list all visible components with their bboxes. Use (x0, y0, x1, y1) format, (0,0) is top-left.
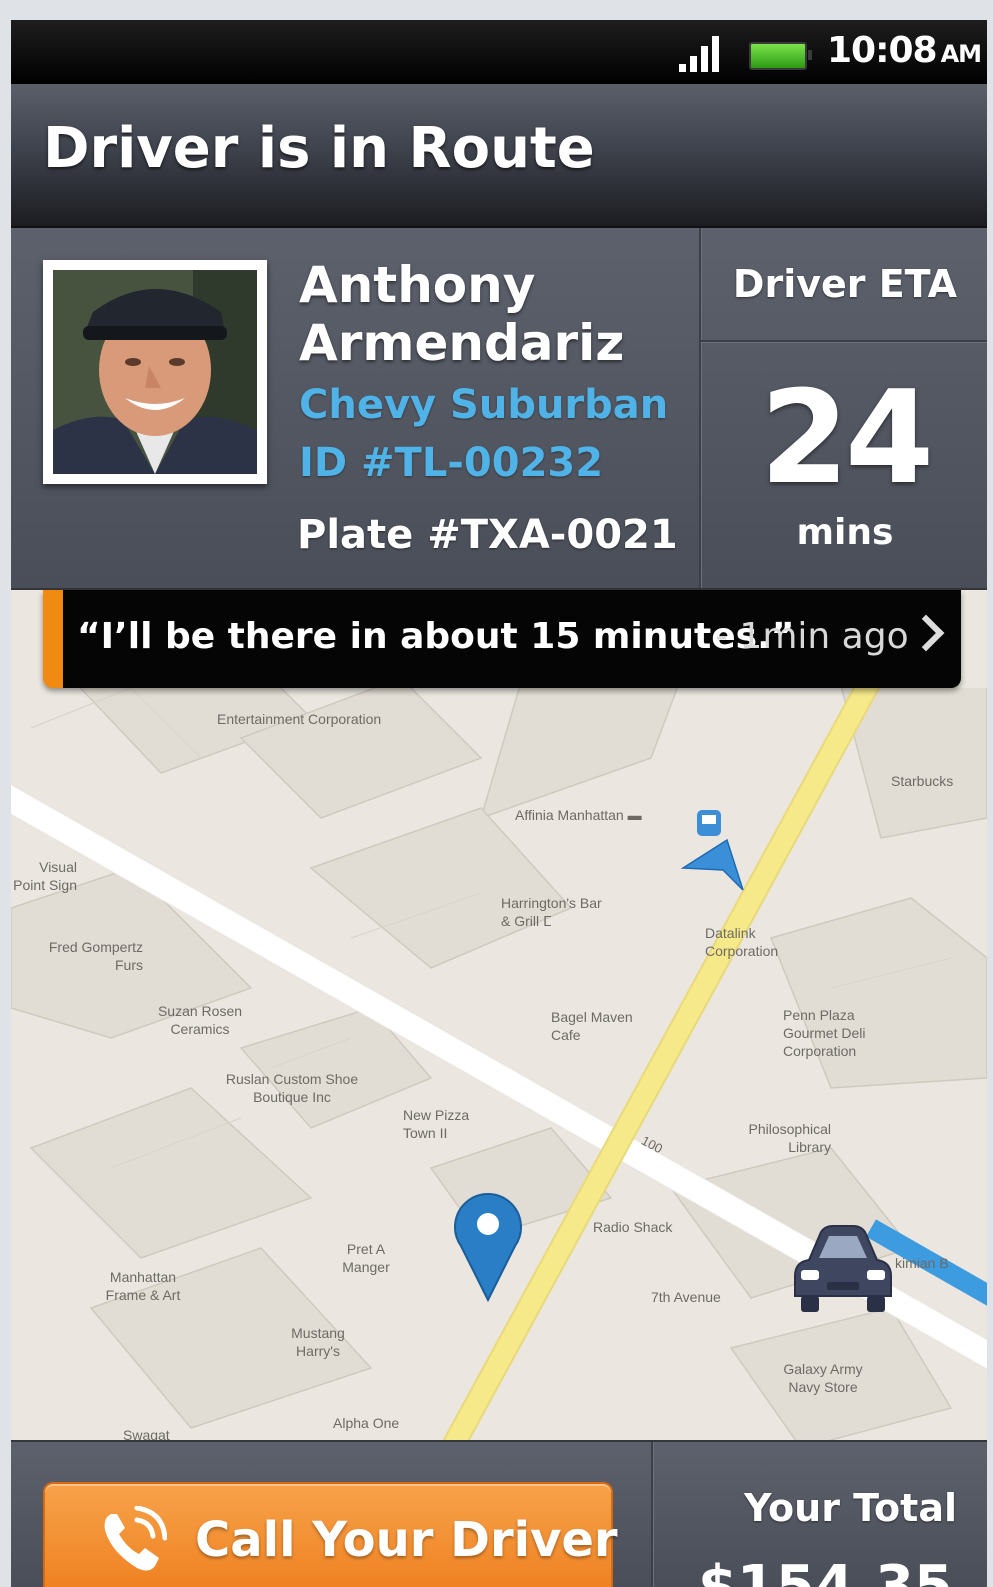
signal-icon (679, 34, 727, 72)
poi-label: Visual Point Sign (13, 859, 77, 893)
map-view[interactable]: Entertainment Corporation Affinia Manhat… (11, 688, 987, 1440)
call-button-label: Call Your Driver (195, 1512, 618, 1568)
poi-label: Swagat (123, 1427, 170, 1440)
license-plate: Plate #TXA-0021 (297, 512, 678, 558)
poi-label: Affinia Manhattan ▬ (515, 807, 642, 823)
battery-icon (749, 42, 812, 70)
car-icon[interactable] (791, 1224, 895, 1314)
poi-label: Alpha One (333, 1415, 400, 1431)
eta-value: 24 (759, 364, 934, 513)
poi-label: 7th Avenue (651, 1289, 721, 1305)
destination-pin-icon[interactable] (451, 1190, 525, 1302)
poi-label: Radio Shack (593, 1219, 673, 1235)
poi-label: Harrington's Bar & Grill ⵎ (501, 895, 602, 929)
eta-divider (701, 340, 987, 342)
bottom-bar: Call Your Driver Your Total $154.35 (11, 1440, 987, 1587)
vehicle-model: Chevy Suburban (299, 382, 669, 428)
poi-label: Manhattan Frame & Art (105, 1269, 181, 1303)
driver-name: Anthony Armendariz (299, 256, 699, 372)
title-bar: Driver is in Route (11, 84, 987, 228)
map-canvas (11, 688, 987, 1440)
poi-label: Pret A Manger (342, 1241, 390, 1275)
total-value: $154.35 (697, 1554, 953, 1587)
poi-label: Datalink Corporation (705, 925, 779, 959)
poi-label: Fred Gompertz Furs (48, 939, 143, 973)
poi-label: Ruslan Custom Shoe Boutique Inc (225, 1071, 359, 1105)
driver-first-name: Anthony (299, 256, 536, 314)
phone-icon (104, 1506, 167, 1571)
vehicle-id: ID #TL-00232 (299, 440, 604, 486)
status-bar: 10:08 AM (11, 20, 987, 84)
page-title: Driver is in Route (43, 116, 595, 181)
driver-photo (53, 270, 257, 474)
chevron-right-icon (907, 614, 945, 652)
poi-label: Penn Plaza Gourmet Deli Corporation (783, 1007, 866, 1059)
driver-last-name: Armendariz (299, 314, 625, 372)
poi-label: Suzan Rosen Ceramics (157, 1003, 243, 1037)
total-label: Your Total (744, 1486, 957, 1530)
poi-label: kimian B (895, 1255, 949, 1271)
driver-panel: Anthony Armendariz Chevy Suburban ID #TL… (11, 228, 987, 590)
poi-label: Mustang Harry's (291, 1325, 345, 1359)
eta-unit: mins (796, 512, 894, 553)
total-panel: Your Total $154.35 (651, 1442, 987, 1587)
status-clock: 10:08 AM (827, 30, 982, 71)
call-driver-button[interactable]: Call Your Driver (43, 1482, 618, 1587)
phone-screen: 10:08 AM Driver is in Route Anthony Arme… (11, 20, 987, 1587)
message-text: “I’ll be there in about 15 minutes.” (77, 616, 795, 657)
poi-label: Bagel Maven Cafe (551, 1009, 633, 1043)
message-time: - 1min ago (715, 616, 909, 657)
poi-label: Philosophical Library (748, 1121, 832, 1155)
driver-avatar (43, 260, 267, 484)
poi-label: Entertainment Corporation (217, 711, 382, 727)
poi-label: Starbucks (891, 773, 954, 789)
poi-label: Galaxy Army Navy Store (783, 1361, 863, 1395)
eta-panel: Driver ETA 24 mins (699, 228, 987, 588)
poi-label: New Pizza Town II (403, 1107, 470, 1141)
driver-message[interactable]: “I’ll be there in about 15 minutes.” - 1… (43, 590, 961, 688)
eta-label: Driver ETA (732, 262, 958, 306)
